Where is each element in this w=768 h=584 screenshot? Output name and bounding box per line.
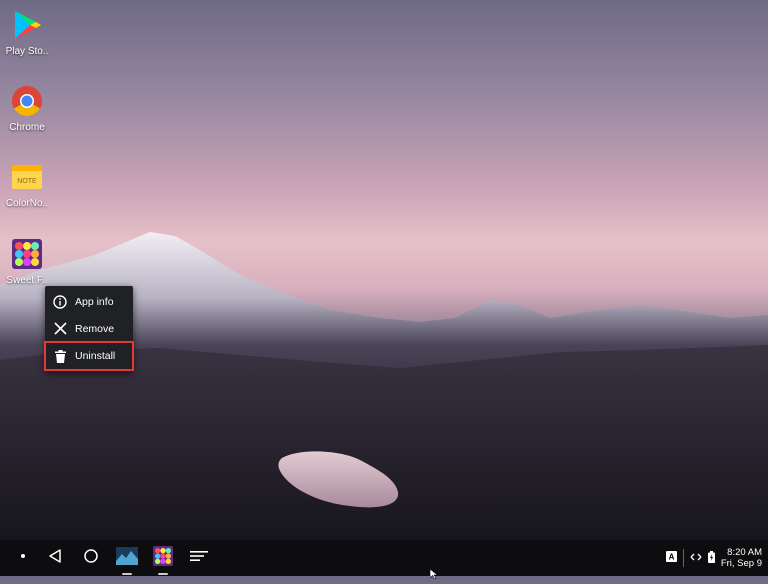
sweet-fruit-icon [153, 545, 173, 571]
taskbar-app-wallpaper[interactable] [109, 540, 145, 576]
chrome-icon [10, 84, 44, 118]
taskbar-app-sweet-fruit[interactable] [145, 540, 181, 576]
desktop-icon-label: Sweet F.. [6, 275, 48, 286]
desktop-icon-label: Play Sto.. [5, 46, 49, 57]
launcher-icon [9, 546, 29, 571]
back-button[interactable] [37, 540, 73, 576]
recents-icon [189, 549, 209, 568]
back-icon [48, 548, 62, 568]
keyboard-a-icon[interactable]: A [665, 551, 677, 565]
desktop-icon-play-store[interactable]: Play Sto.. [0, 8, 54, 57]
desktop-icon-sweet-fruit[interactable]: Sweet F.. [0, 237, 54, 286]
colornote-icon: NOTE [10, 160, 44, 194]
home-icon [84, 548, 98, 568]
app-context-menu: App info Remove Uninstall [44, 286, 134, 372]
info-icon [45, 294, 75, 309]
menu-item-label: App info [75, 295, 114, 308]
trash-icon [45, 349, 75, 363]
desktop-icon-label: ColorNo.. [5, 198, 49, 209]
tray-divider [682, 549, 684, 567]
clock-time: 8:20 AM [727, 547, 762, 558]
play-store-icon [10, 8, 44, 42]
mouse-cursor [429, 566, 440, 584]
launcher-button[interactable] [1, 540, 37, 576]
network-icon[interactable] [690, 552, 702, 565]
desktop-icon-chrome[interactable]: Chrome [0, 84, 54, 133]
taskbar: A 8:20 AM Fri, Sep 9 [0, 540, 768, 576]
desktop-icon-colornote[interactable]: NOTE ColorNo.. [0, 160, 54, 209]
menu-item-remove[interactable]: Remove [45, 315, 133, 342]
mountain-app-icon [116, 546, 138, 570]
battery-icon[interactable] [707, 550, 715, 566]
recents-button[interactable] [181, 540, 217, 576]
close-icon [45, 322, 75, 335]
clock[interactable]: 8:20 AM Fri, Sep 9 [721, 547, 762, 569]
clock-date: Fri, Sep 9 [720, 558, 762, 569]
menu-item-label: Uninstall [75, 350, 116, 362]
svg-text:A: A [668, 553, 674, 562]
menu-item-app-info[interactable]: App info [45, 288, 133, 315]
sweet-fruit-icon [10, 237, 44, 271]
menu-item-label: Remove [75, 322, 115, 335]
system-tray[interactable]: A 8:20 AM Fri, Sep 9 [665, 540, 768, 576]
menu-item-uninstall[interactable]: Uninstall [44, 341, 134, 371]
desktop-icon-label: Chrome [9, 122, 45, 133]
svg-text:NOTE: NOTE [17, 178, 37, 185]
home-button[interactable] [73, 540, 109, 576]
